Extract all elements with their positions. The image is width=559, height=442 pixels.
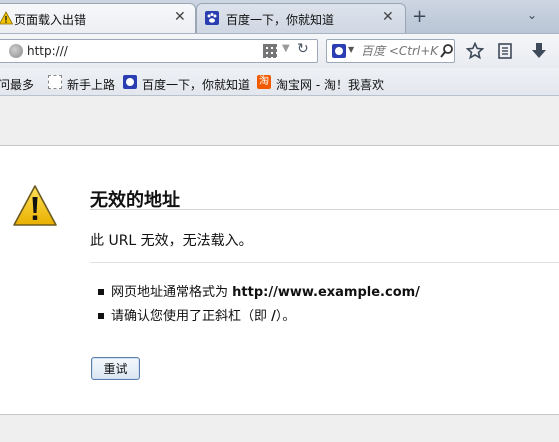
bookmark-most-visited[interactable]: 访问最多 [0, 76, 34, 93]
warning-icon [13, 185, 57, 226]
retry-button[interactable]: 重试 [91, 357, 140, 380]
tab-baidu-title: 百度一下，你就知道 [226, 13, 335, 27]
hint-slash-suffix: ）。 [275, 309, 296, 324]
page-icon [48, 75, 62, 89]
taobao-icon: 淘 [257, 75, 271, 89]
new-tab-button[interactable]: + [412, 6, 427, 27]
bookmark-getting-started[interactable]: 新手上路 [67, 76, 115, 93]
title-divider [90, 209, 559, 210]
baidu-paw-icon [205, 11, 219, 25]
bookmark-taobao[interactable]: 淘宝网 - 淘！我喜欢 [276, 76, 384, 93]
error-page-box: 无效的地址 此 URL 无效，无法载入。 网页地址通常格式为 http://ww… [0, 145, 559, 415]
description-divider [90, 262, 559, 263]
url-input[interactable] [27, 43, 247, 59]
close-tab-baidu-icon[interactable]: ✕ [382, 9, 394, 25]
tab-list-dropdown-icon[interactable]: ⌄ [527, 8, 537, 22]
hint-url-format-text: 网页地址通常格式为 [111, 285, 233, 300]
star-bookmark-icon[interactable] [466, 42, 484, 60]
error-description: 此 URL 无效，无法载入。 [90, 233, 253, 249]
tab-strip: 百度一下，你就知道 ✕ 页面载入出错 ✕ + ⌄ [0, 0, 559, 33]
hint-item-forward-slash: 请确认您使用了正斜杠（即 /）。 [98, 305, 295, 324]
baidu-search-engine-icon[interactable] [332, 44, 346, 58]
reload-icon[interactable]: ↻ [297, 41, 309, 57]
bookmarks-toolbar: 访问最多 新手上路 百度一下，你就知道 淘 淘宝网 - 淘！我喜欢 [0, 68, 559, 96]
close-tab-error-icon[interactable]: ✕ [174, 9, 186, 25]
search-input[interactable] [361, 43, 439, 59]
baidu-paw-icon [123, 75, 137, 89]
url-dropdown-arrow-icon[interactable]: ▼ [282, 43, 290, 54]
reading-list-icon[interactable] [497, 42, 513, 60]
bullet [98, 288, 104, 295]
qr-code-icon[interactable] [263, 44, 277, 58]
navigation-bar: ▼ ↻ ▼ [0, 33, 559, 68]
tab-error-page[interactable]: 页面载入出错 ✕ [0, 3, 196, 33]
search-bar[interactable]: ▼ [326, 39, 455, 63]
tab-baidu[interactable]: 百度一下，你就知道 ✕ [196, 3, 406, 33]
search-engine-dropdown-icon[interactable]: ▼ [348, 45, 354, 54]
tab-error-page-title: 页面载入出错 [14, 13, 87, 27]
download-icon[interactable] [531, 42, 547, 60]
hint-slash-prefix: 请确认您使用了正斜杠（即 [111, 309, 272, 324]
page-background-top [0, 96, 559, 145]
bookmark-baidu[interactable]: 百度一下，你就知道 [142, 76, 250, 93]
page-background-bottom [0, 415, 559, 442]
url-bar[interactable]: ▼ ↻ [0, 39, 318, 63]
search-go-icon[interactable] [440, 43, 454, 59]
globe-icon [9, 44, 23, 58]
bullet [98, 312, 104, 319]
warning-icon [0, 11, 13, 25]
example-url: http://www.example.com/ [232, 285, 420, 300]
hint-item-url-format: 网页地址通常格式为 http://www.example.com/ [98, 281, 420, 300]
